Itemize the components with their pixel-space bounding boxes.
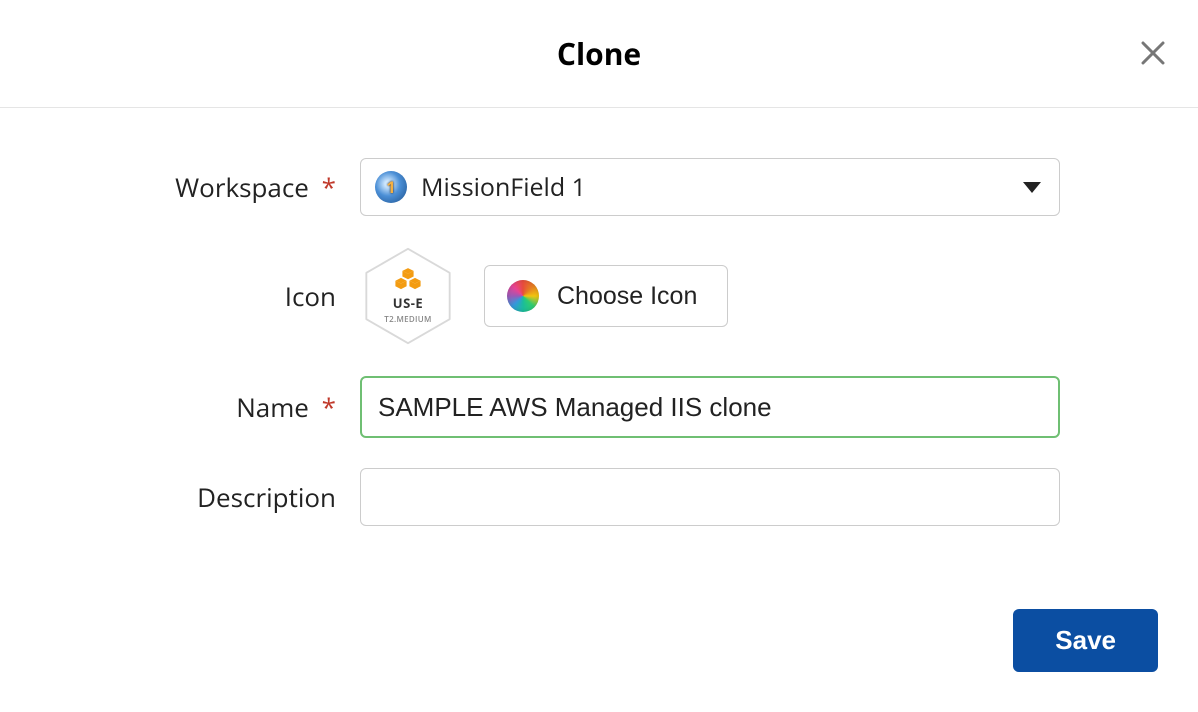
footer: Save xyxy=(1013,609,1158,672)
choose-icon-button[interactable]: Choose Icon xyxy=(484,265,728,327)
icon-preview-line2: T2.MEDIUM xyxy=(384,314,431,325)
aws-cubes-icon xyxy=(394,268,422,292)
choose-icon-label: Choose Icon xyxy=(557,282,697,311)
name-input[interactable] xyxy=(360,376,1060,438)
chevron-down-icon xyxy=(1023,182,1041,193)
row-description: Description xyxy=(40,468,1158,526)
label-name-text: Name xyxy=(236,389,309,425)
required-marker: * xyxy=(316,389,336,425)
row-name: Name * xyxy=(40,376,1158,438)
close-button[interactable] xyxy=(1138,38,1168,68)
globe-icon xyxy=(375,171,407,203)
modal-title: Clone xyxy=(557,33,641,74)
workspace-dropdown[interactable]: MissionField 1 xyxy=(360,158,1060,216)
label-workspace-text: Workspace xyxy=(175,169,309,205)
label-icon-text: Icon xyxy=(285,278,336,314)
label-workspace: Workspace * xyxy=(40,169,360,205)
icon-preview-line1: US-E xyxy=(393,294,423,312)
modal-header: Clone xyxy=(0,0,1198,108)
form: Workspace * MissionField 1 Icon xyxy=(0,108,1198,526)
close-icon xyxy=(1138,38,1168,68)
color-wheel-icon xyxy=(507,280,539,312)
save-button[interactable]: Save xyxy=(1013,609,1158,672)
required-marker: * xyxy=(316,169,336,205)
row-icon: Icon xyxy=(40,246,1158,346)
icon-preview: US-E T2.MEDIUM xyxy=(360,246,456,346)
description-input[interactable] xyxy=(360,468,1060,526)
label-description: Description xyxy=(40,479,360,515)
row-workspace: Workspace * MissionField 1 xyxy=(40,158,1158,216)
label-description-text: Description xyxy=(197,479,336,515)
label-name: Name * xyxy=(40,389,360,425)
label-icon: Icon xyxy=(40,278,360,314)
workspace-selected: MissionField 1 xyxy=(421,170,1009,204)
